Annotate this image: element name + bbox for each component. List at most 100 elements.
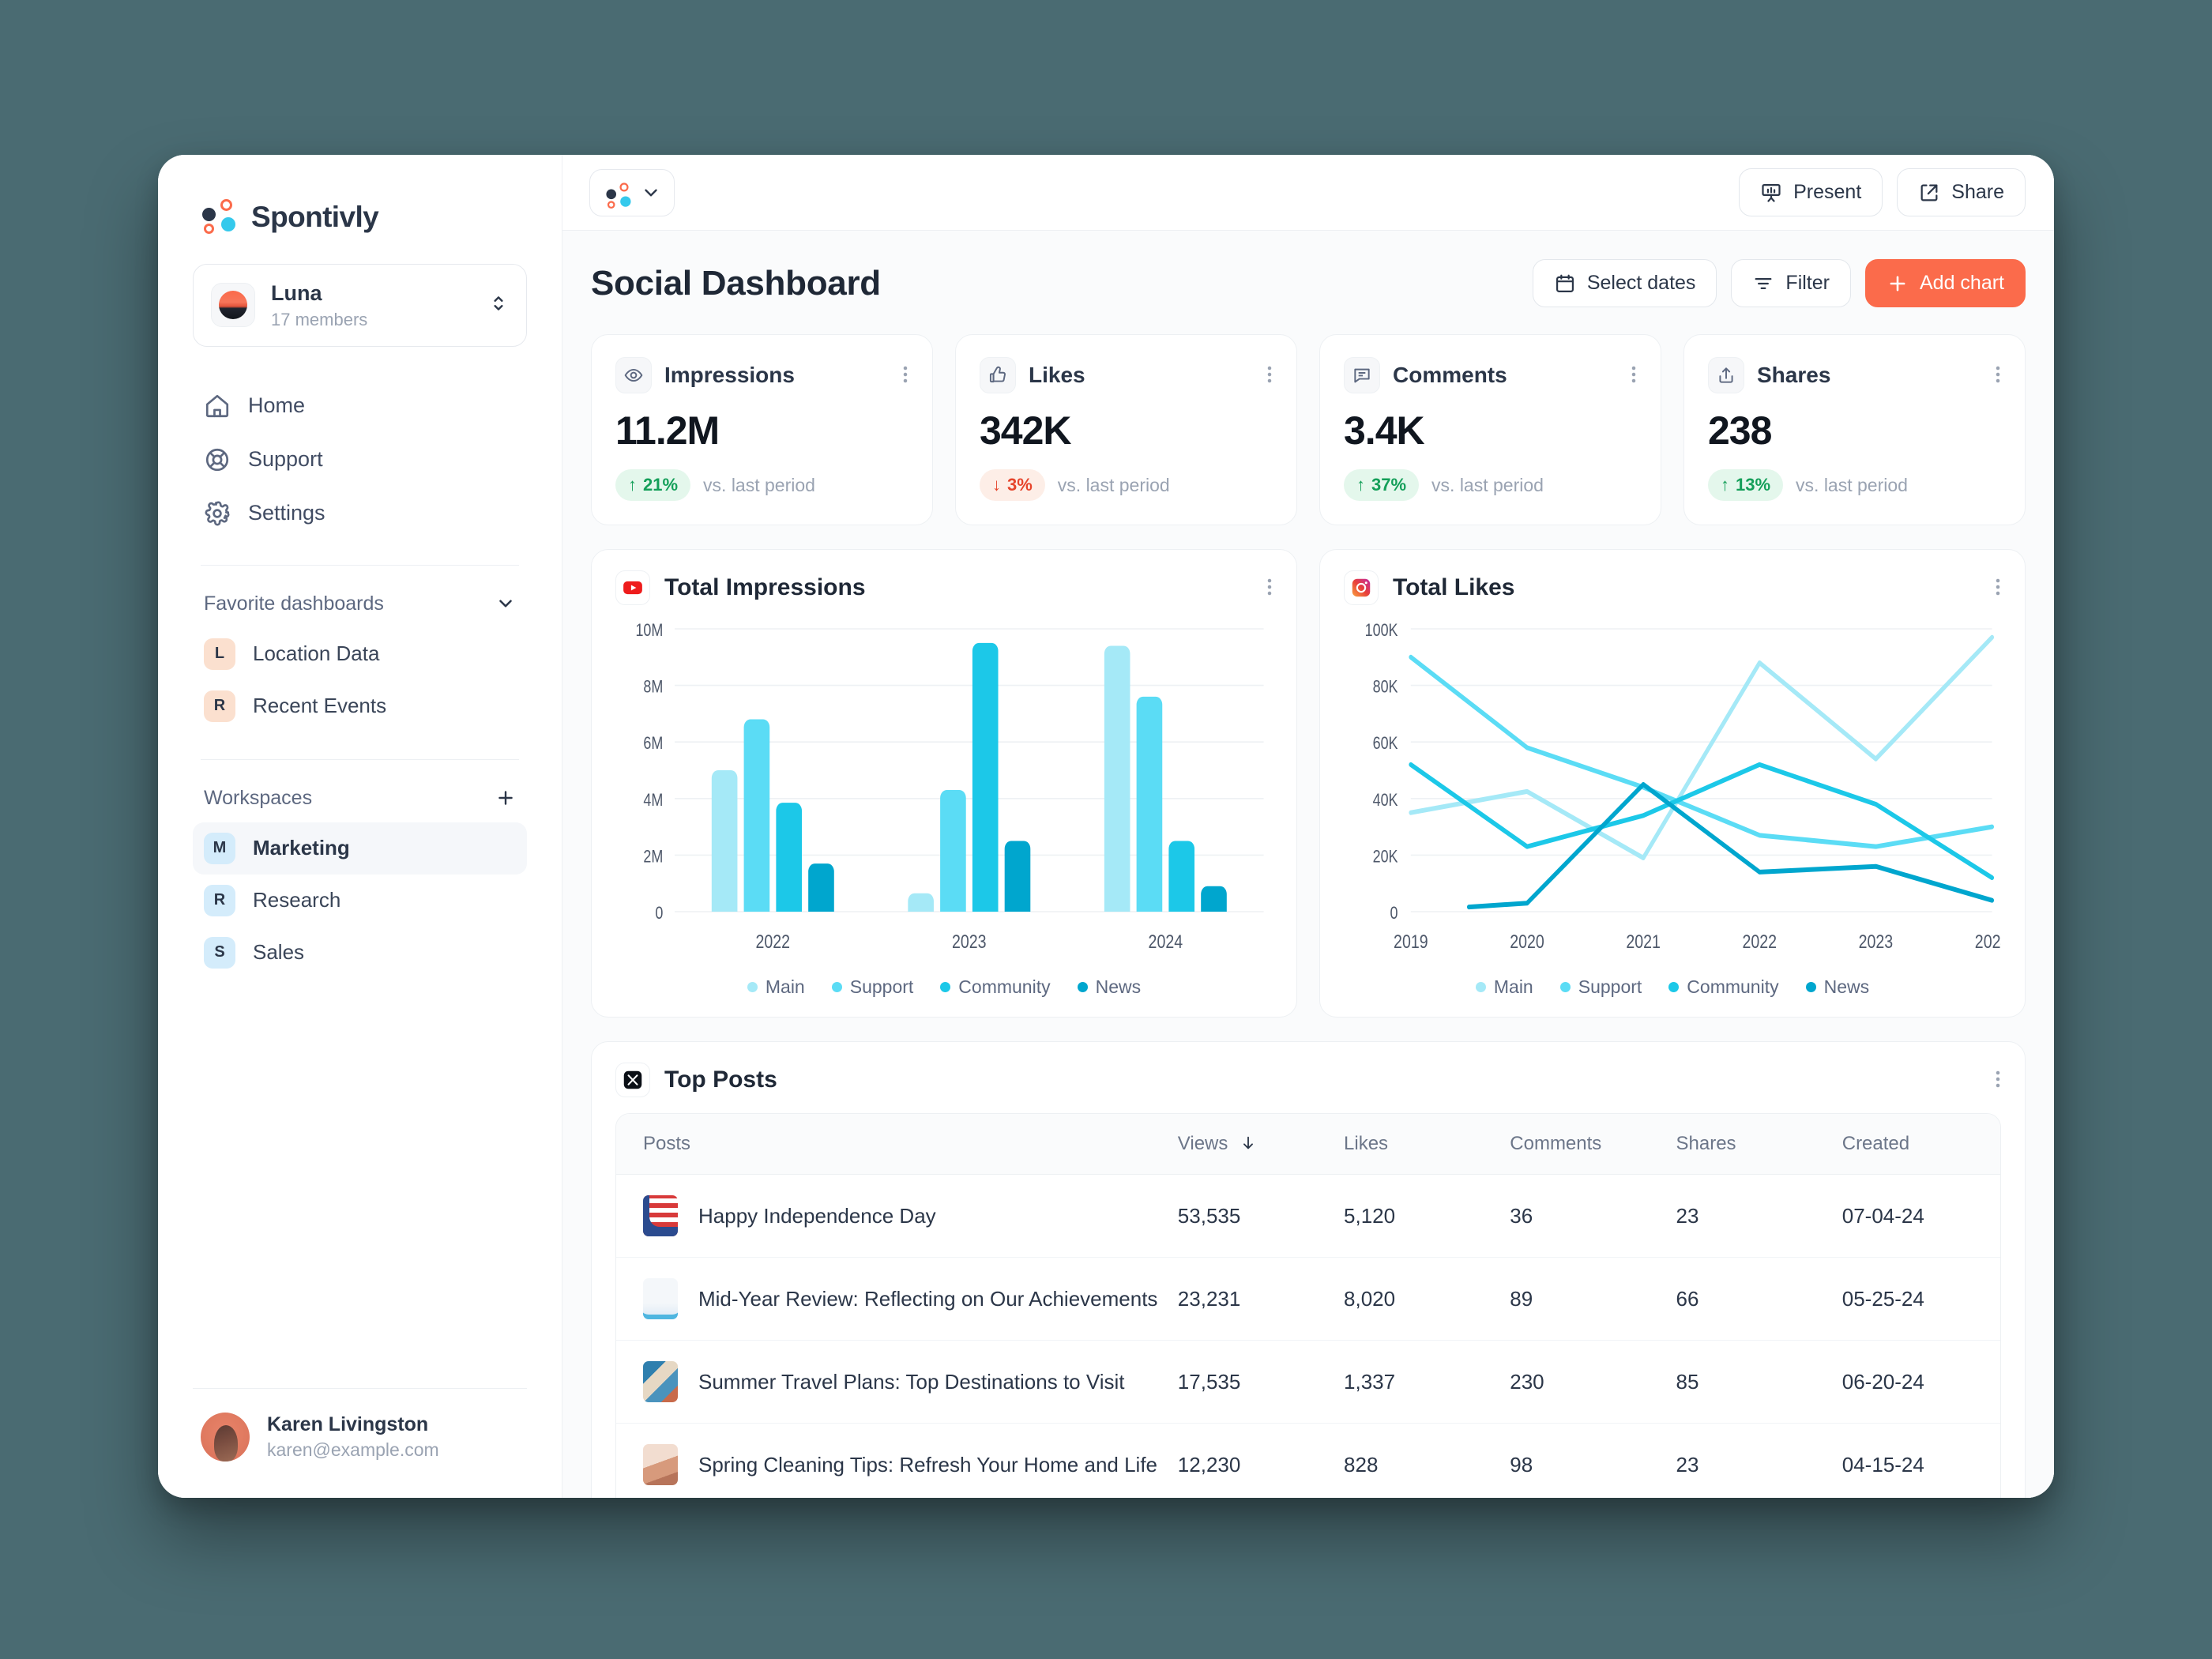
column-header-comments[interactable]: Comments (1502, 1114, 1668, 1175)
post-shares: 23 (1668, 1174, 1834, 1258)
page-header: Social Dashboard Select dates Filter Add… (591, 259, 2026, 307)
stat-name: Impressions (664, 363, 795, 387)
card-menu-icon[interactable] (1266, 362, 1273, 389)
svg-text:6M: 6M (643, 735, 663, 754)
share-button[interactable]: Share (1897, 168, 2026, 216)
instagram-icon (1344, 570, 1379, 605)
post-title: Summer Travel Plans: Top Destinations to… (698, 1369, 1125, 1394)
primary-nav: Home Support Settings (193, 382, 527, 538)
filter-icon (1752, 273, 1774, 295)
user-profile[interactable]: Karen Livingston karen@example.com (193, 1388, 527, 1498)
workspace-switcher[interactable]: Luna 17 members (193, 264, 527, 347)
favorite-avatar: R (204, 690, 235, 722)
user-name: Karen Livingston (267, 1413, 429, 1435)
svg-text:0: 0 (1390, 904, 1398, 923)
workspace-label: Marketing (253, 836, 350, 860)
select-dates-button[interactable]: Select dates (1532, 259, 1717, 307)
svg-text:2024: 2024 (1975, 931, 2001, 952)
table-row[interactable]: Spring Cleaning Tips: Refresh Your Home … (616, 1423, 2000, 1498)
card-menu-icon[interactable] (1266, 574, 1273, 601)
plus-icon[interactable] (495, 788, 516, 808)
post-comments: 98 (1502, 1423, 1668, 1498)
workspace-avatar: R (204, 884, 235, 916)
favorites-section-header: Favorite dashboards (193, 566, 527, 628)
share-icon (1708, 357, 1744, 393)
column-header-likes[interactable]: Likes (1336, 1114, 1503, 1175)
stat-note: vs. last period (1796, 474, 1908, 495)
post-title: Happy Independence Day (698, 1203, 936, 1228)
legend-item: News (1805, 976, 1869, 998)
card-menu-icon[interactable] (1995, 1066, 2001, 1093)
share-label: Share (1951, 181, 2004, 203)
workspace-item-research[interactable]: R Research (193, 875, 527, 927)
legend-item: Support (831, 976, 913, 998)
table-row[interactable]: Summer Travel Plans: Top Destinations to… (616, 1340, 2000, 1424)
sidebar: Spontivly Luna 17 members Home Support S… (158, 155, 562, 1498)
user-email: karen@example.com (267, 1439, 439, 1460)
column-header-posts[interactable]: Posts (616, 1114, 1170, 1175)
stat-delta: 13% (1736, 475, 1771, 495)
table-row[interactable]: Mid-Year Review: Reflecting on Our Achie… (616, 1257, 2000, 1341)
chevron-down-icon (641, 182, 661, 203)
add-chart-label: Add chart (1919, 272, 2004, 294)
present-button[interactable]: Present (1739, 168, 1883, 216)
legend-item: Main (747, 976, 805, 998)
bar-chart: 0 2M 4M 6M 8M 10M 2022 2023 2024 (615, 616, 1273, 964)
stat-name: Shares (1757, 363, 1831, 387)
card-menu-icon[interactable] (902, 362, 908, 389)
card-menu-icon[interactable] (1995, 574, 2001, 601)
workspace-item-marketing[interactable]: M Marketing (193, 822, 527, 875)
table-row[interactable]: Happy Independence Day 53,535 5,120 36 2… (616, 1174, 2000, 1258)
legend-item: Main (1475, 976, 1533, 998)
spontivly-logo-icon (202, 199, 239, 235)
post-thumbnail (643, 1444, 678, 1485)
app-logo[interactable]: Spontivly (193, 155, 527, 264)
card-menu-icon[interactable] (1995, 362, 2001, 389)
present-label: Present (1793, 181, 1862, 203)
stat-note: vs. last period (703, 474, 815, 495)
workspace-avatar: S (204, 936, 235, 969)
chart-card-total-likes: Total Likes 0 20K 40K 60K 80K 100K 2019 2020 202… (1319, 549, 2026, 1018)
svg-text:2020: 2020 (1510, 931, 1544, 952)
card-menu-icon[interactable] (1631, 362, 1637, 389)
post-title: Spring Cleaning Tips: Refresh Your Home … (698, 1452, 1158, 1477)
post-comments: 36 (1502, 1174, 1668, 1258)
gear-icon (204, 500, 231, 527)
app-window: Spontivly Luna 17 members Home Support S… (158, 155, 2054, 1498)
sidebar-item-support[interactable]: Support (193, 435, 527, 484)
eye-icon (615, 357, 652, 393)
legend-item: Support (1559, 976, 1642, 998)
chevron-down-icon[interactable] (495, 593, 516, 614)
stat-value: 342K (980, 408, 1072, 453)
post-likes: 8,020 (1336, 1257, 1503, 1341)
column-header-views[interactable]: Views (1169, 1114, 1337, 1175)
legend-item: News (1077, 976, 1141, 998)
svg-text:2022: 2022 (756, 931, 791, 952)
stat-value: 11.2M (615, 408, 720, 453)
top-posts-table: Posts Views Likes Comments Shares Create… (616, 1114, 2000, 1498)
column-header-shares[interactable]: Shares (1668, 1114, 1834, 1175)
svg-text:4M: 4M (643, 791, 663, 810)
trend-down-icon: ↓ (992, 475, 1001, 495)
favorites-title: Favorite dashboards (204, 592, 384, 615)
sidebar-item-support-label: Support (248, 447, 323, 472)
stat-delta: 3% (1007, 475, 1033, 495)
stat-note: vs. last period (1431, 474, 1544, 495)
table-header-row: Posts Views Likes Comments Shares Create… (616, 1114, 2000, 1175)
favorite-item-recent-events[interactable]: R Recent Events (193, 680, 527, 732)
dashboard-switcher[interactable] (589, 168, 675, 216)
post-shares: 85 (1668, 1340, 1834, 1424)
sidebar-item-settings[interactable]: Settings (193, 489, 527, 538)
post-views: 17,535 (1169, 1340, 1337, 1424)
filter-button[interactable]: Filter (1731, 259, 1851, 307)
column-header-created[interactable]: Created (1834, 1114, 2000, 1175)
post-shares: 23 (1668, 1423, 1834, 1498)
add-chart-button[interactable]: Add chart (1864, 259, 2026, 307)
dashboard-content: Social Dashboard Select dates Filter Add… (562, 231, 2054, 1498)
calendar-icon (1554, 273, 1576, 295)
workspace-item-sales[interactable]: S Sales (193, 927, 527, 979)
app-logo-text: Spontivly (251, 201, 379, 233)
favorite-item-location-data[interactable]: L Location Data (193, 628, 527, 680)
stat-name: Comments (1393, 363, 1507, 387)
sidebar-item-home[interactable]: Home (193, 382, 527, 431)
